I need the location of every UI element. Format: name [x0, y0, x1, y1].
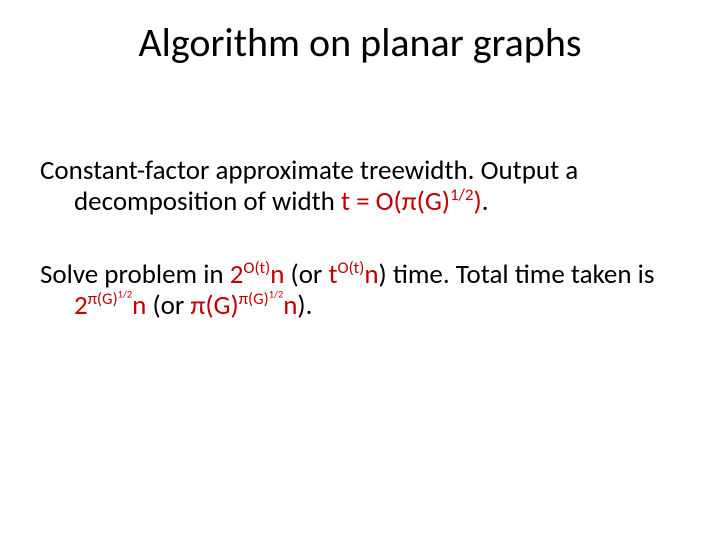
p2-hl-d-sup1: π(G) [239, 289, 269, 309]
p2-hl-b-tail: n [364, 258, 378, 291]
p1-text-2: . [482, 185, 489, 218]
p1-hl-close: ) [474, 185, 482, 218]
p1-hl-sup: 1/2 [450, 185, 473, 205]
p2-hl-b-base: t [328, 258, 337, 291]
p2-hl-c-sup1: π(G) [88, 289, 118, 309]
p2-hl-b-sup: O(t) [338, 258, 365, 278]
p2-hl-b: tO(t)n [328, 258, 378, 291]
slide: Algorithm on planar graphs Constant-fact… [0, 0, 720, 540]
p2-text-5: ). [297, 289, 312, 322]
p2-hl-a-base: 2 [230, 258, 244, 291]
slide-body: Constant-factor approximate treewidth. O… [40, 155, 680, 363]
p1-text-1: Constant-factor approximate treewidth. O… [40, 154, 578, 218]
p2-hl-c-base: 2 [74, 289, 88, 322]
p2-hl-c-tail: n [132, 289, 146, 322]
p2-text-1: Solve problem in [40, 258, 230, 291]
p2-hl-c-sup: π(G)1/2 [88, 289, 132, 309]
p1-hl-base: t = O(π(G) [341, 185, 450, 218]
p2-text-3: ) time. Total time taken is [379, 258, 655, 291]
slide-title: Algorithm on planar graphs [0, 18, 720, 67]
p2-hl-d-sup: π(G)1/2 [239, 289, 283, 309]
p2-hl-d-tail: n [283, 289, 297, 322]
p2-hl-a-tail: n [270, 258, 284, 291]
p2-text-4: (or [146, 289, 190, 322]
p1-highlight: t = O(π(G)1/2) [341, 185, 482, 218]
p2-hl-d-base: π(G) [190, 289, 238, 322]
p2-hl-c: 2π(G)1/2n [74, 289, 146, 322]
paragraph-1: Constant-factor approximate treewidth. O… [40, 155, 680, 217]
p2-text-2: (or [284, 258, 328, 291]
p2-hl-d: π(G)π(G)1/2n [190, 289, 297, 322]
p2-hl-c-sup2: 1/2 [118, 288, 133, 301]
p2-hl-d-sup2: 1/2 [269, 288, 284, 301]
p2-hl-a-sup: O(t) [243, 258, 270, 278]
p2-hl-a: 2O(t)n [230, 258, 285, 291]
paragraph-2: Solve problem in 2O(t)n (or tO(t)n) time… [40, 259, 680, 321]
